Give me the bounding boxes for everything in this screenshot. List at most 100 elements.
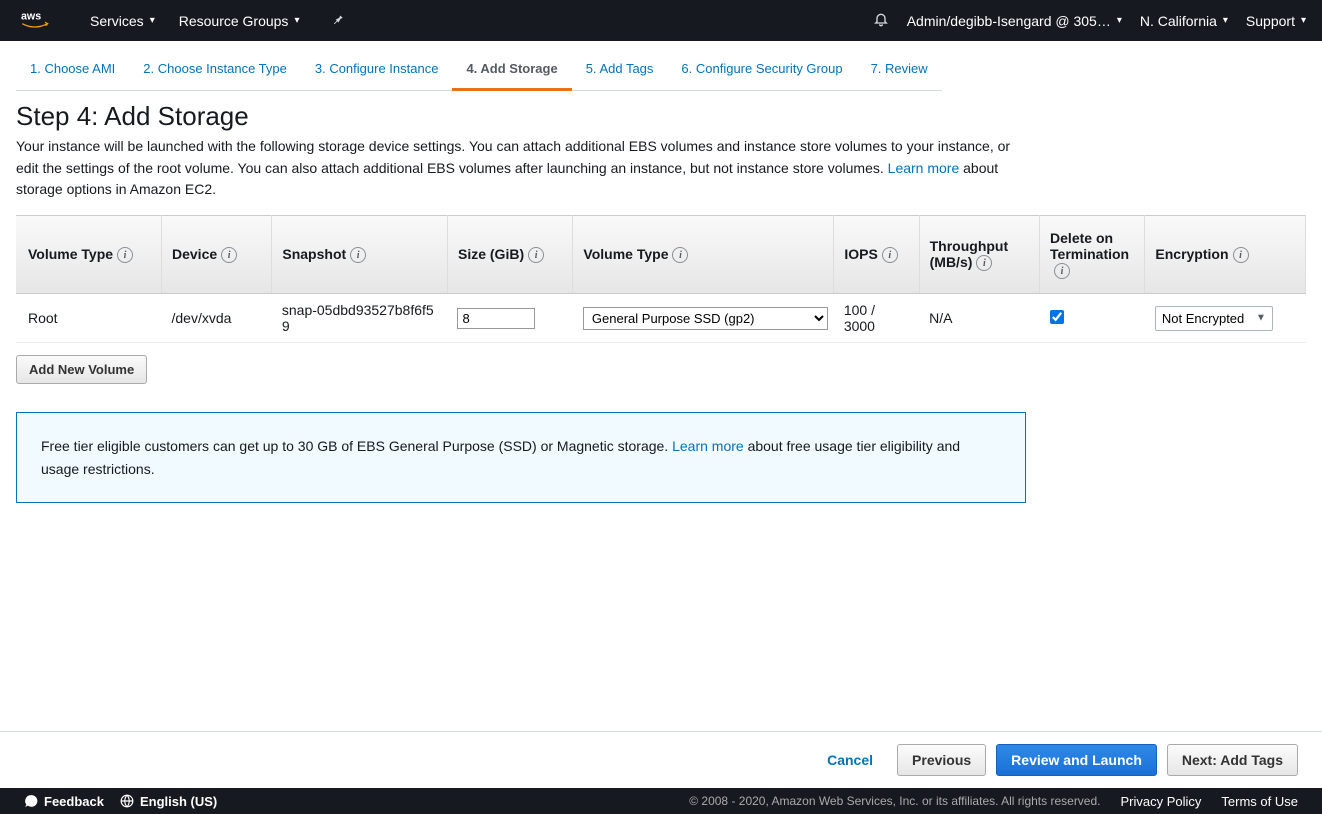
resource-groups-menu[interactable]: Resource Groups ▾ — [179, 13, 300, 29]
col-volume-type: Volume Typei — [16, 216, 162, 294]
feedback-label: Feedback — [44, 794, 104, 809]
wizard-tab-add-storage[interactable]: 4. Add Storage — [452, 55, 571, 91]
cell-throughput: N/A — [919, 294, 1039, 343]
language-label: English (US) — [140, 794, 217, 809]
delete-on-termination-checkbox[interactable] — [1050, 310, 1064, 324]
storage-table: Volume Typei Devicei Snapshoti Size (GiB… — [16, 215, 1306, 343]
resource-groups-label: Resource Groups — [179, 13, 289, 29]
header-label: Volume Type — [583, 246, 668, 262]
info-icon[interactable]: i — [528, 247, 544, 263]
header-label: Encryption — [1155, 246, 1228, 262]
chevron-down-icon: ▾ — [294, 15, 299, 26]
col-volume-type-select: Volume Typei — [573, 216, 834, 294]
wizard-tab-configure-security-group[interactable]: 6. Configure Security Group — [667, 55, 856, 91]
wizard-tab-configure-instance[interactable]: 3. Configure Instance — [301, 55, 453, 91]
volume-type-select[interactable]: General Purpose SSD (gp2) — [583, 307, 828, 330]
col-delete-on-termination: Delete on Terminationi — [1040, 216, 1145, 294]
next-add-tags-button[interactable]: Next: Add Tags — [1167, 744, 1298, 776]
svg-text:aws: aws — [21, 10, 41, 22]
tab-label: 4. Add Storage — [466, 61, 557, 76]
desc-text: Your instance will be launched with the … — [16, 138, 1010, 176]
services-label: Services — [90, 13, 144, 29]
cancel-button[interactable]: Cancel — [813, 744, 887, 776]
privacy-policy-link[interactable]: Privacy Policy — [1121, 794, 1202, 809]
col-throughput: Throughput (MB/s)i — [919, 216, 1039, 294]
tab-label: 1. Choose AMI — [30, 61, 115, 76]
col-snapshot: Snapshoti — [272, 216, 448, 294]
cell-volume-type-select: General Purpose SSD (gp2) — [573, 294, 834, 343]
cell-snapshot: snap-05dbd93527b8f6f59 — [272, 294, 448, 343]
wizard-tab-add-tags[interactable]: 5. Add Tags — [572, 55, 668, 91]
cell-encryption: Not Encrypted — [1145, 294, 1306, 343]
support-menu[interactable]: Support ▾ — [1246, 13, 1306, 29]
aws-logo[interactable]: aws — [16, 9, 66, 33]
header-label: Size (GiB) — [458, 246, 524, 262]
table-row: Root /dev/xvda snap-05dbd93527b8f6f59 Ge… — [16, 294, 1306, 343]
info-icon[interactable]: i — [882, 247, 898, 263]
nav-left: Services ▾ Resource Groups ▾ — [90, 12, 345, 29]
header-label: Snapshot — [282, 246, 346, 262]
wizard-tab-review[interactable]: 7. Review — [857, 55, 942, 91]
info-icon[interactable]: i — [1054, 263, 1070, 279]
page-title: Step 4: Add Storage — [16, 101, 1306, 132]
review-and-launch-button[interactable]: Review and Launch — [996, 744, 1157, 776]
col-device: Devicei — [162, 216, 272, 294]
tab-label: 6. Configure Security Group — [681, 61, 842, 76]
feedback-link[interactable]: Feedback — [24, 794, 104, 809]
cell-device: /dev/xvda — [162, 294, 272, 343]
cell-volume-type: Root — [16, 294, 162, 343]
info-icon[interactable]: i — [350, 247, 366, 263]
region-menu[interactable]: N. California ▾ — [1140, 13, 1228, 29]
col-encryption: Encryption i — [1145, 216, 1306, 294]
footer-right: © 2008 - 2020, Amazon Web Services, Inc.… — [689, 794, 1298, 809]
encryption-select[interactable]: Not Encrypted — [1155, 306, 1273, 331]
tab-label: 3. Configure Instance — [315, 61, 439, 76]
terms-of-use-link[interactable]: Terms of Use — [1221, 794, 1298, 809]
col-iops: IOPS i — [834, 216, 919, 294]
info-icon[interactable]: i — [117, 247, 133, 263]
size-input[interactable] — [457, 308, 535, 329]
learn-more-link[interactable]: Learn more — [672, 438, 744, 454]
services-menu[interactable]: Services ▾ — [90, 13, 155, 29]
copyright-text: © 2008 - 2020, Amazon Web Services, Inc.… — [689, 794, 1100, 808]
info-text: Free tier eligible customers can get up … — [41, 438, 672, 454]
add-new-volume-button[interactable]: Add New Volume — [16, 355, 147, 384]
cell-iops: 100 / 3000 — [834, 294, 919, 343]
tab-label: 7. Review — [871, 61, 928, 76]
info-icon[interactable]: i — [1233, 247, 1249, 263]
top-navigation: aws Services ▾ Resource Groups ▾ Admin/d… — [0, 0, 1322, 41]
info-icon[interactable]: i — [221, 247, 237, 263]
learn-more-link[interactable]: Learn more — [888, 160, 960, 176]
free-tier-info-box: Free tier eligible customers can get up … — [16, 412, 1026, 503]
chevron-down-icon: ▾ — [150, 15, 155, 26]
chevron-down-icon: ▾ — [1117, 15, 1122, 26]
cell-delete-on-termination — [1040, 294, 1145, 343]
info-icon[interactable]: i — [976, 255, 992, 271]
region-label: N. California — [1140, 13, 1217, 29]
header-label: Throughput (MB/s) — [930, 238, 1009, 270]
chevron-down-icon: ▾ — [1223, 15, 1228, 26]
wizard-tabs: 1. Choose AMI 2. Choose Instance Type 3.… — [0, 41, 1322, 91]
notifications-icon[interactable] — [873, 11, 889, 30]
cell-size — [447, 294, 572, 343]
footer-left: Feedback English (US) — [24, 794, 217, 809]
header-label: Device — [172, 246, 217, 262]
account-menu[interactable]: Admin/degibb-Isengard @ 305… ▾ — [907, 13, 1122, 29]
support-label: Support — [1246, 13, 1295, 29]
main-content: Step 4: Add Storage Your instance will b… — [0, 91, 1322, 503]
chevron-down-icon: ▾ — [1301, 15, 1306, 26]
language-selector[interactable]: English (US) — [120, 794, 217, 809]
bottom-actions: Cancel Previous Review and Launch Next: … — [0, 731, 1322, 776]
nav-right: Admin/degibb-Isengard @ 305… ▾ N. Califo… — [873, 11, 1306, 30]
header-label: IOPS — [844, 246, 877, 262]
pin-icon[interactable] — [331, 12, 345, 29]
col-size: Size (GiB)i — [447, 216, 572, 294]
wizard-tab-choose-instance-type[interactable]: 2. Choose Instance Type — [129, 55, 301, 91]
tab-label: 5. Add Tags — [586, 61, 654, 76]
account-label: Admin/degibb-Isengard @ 305… — [907, 13, 1111, 29]
wizard-tab-choose-ami[interactable]: 1. Choose AMI — [16, 55, 129, 91]
page-description: Your instance will be launched with the … — [16, 136, 1036, 201]
previous-button[interactable]: Previous — [897, 744, 986, 776]
info-icon[interactable]: i — [672, 247, 688, 263]
footer: Feedback English (US) © 2008 - 2020, Ama… — [0, 788, 1322, 814]
